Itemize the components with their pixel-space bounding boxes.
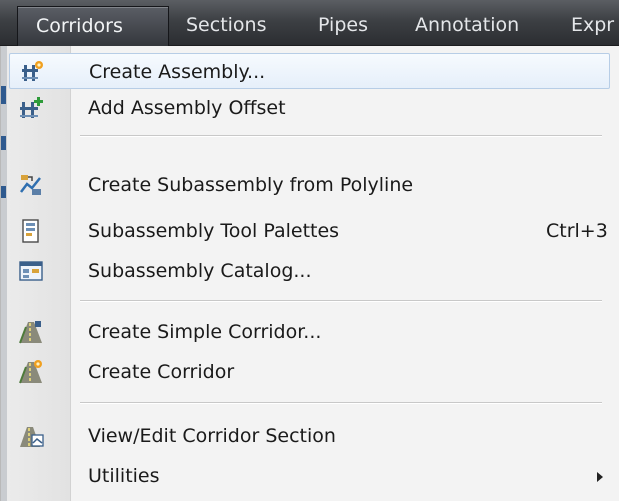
menu-separator: [80, 300, 602, 302]
menu-item-label: Utilities: [88, 465, 160, 487]
menubar-sections[interactable]: Sections: [186, 8, 267, 42]
menu-item-create-assembly[interactable]: Create Assembly...: [9, 53, 610, 89]
background-window-edge: [1, 46, 7, 501]
menu-item-create-subassembly-from-polyline[interactable]: Create Subassembly from Polyline: [9, 167, 610, 203]
shortcut-label: Ctrl+3: [546, 220, 608, 242]
menu-item-utilities[interactable]: Utilities: [9, 458, 610, 494]
simple-corridor-icon: [18, 319, 44, 345]
menu-bar: Corridors Sections Pipes Annotation Expr: [0, 0, 619, 46]
menu-item-label: Create Subassembly from Polyline: [88, 174, 414, 196]
menu-item-add-assembly-offset[interactable]: Add Assembly Offset: [9, 90, 610, 126]
tool-palettes-icon: [18, 218, 44, 244]
edge-mark: [1, 86, 6, 104]
corridors-dropdown-menu: Create Assembly... Add Assembly Offset C…: [0, 46, 619, 501]
corridor-section-icon: [18, 423, 44, 449]
menu-item-label: Add Assembly Offset: [88, 97, 286, 119]
catalog-icon: [18, 258, 44, 284]
menu-item-label: Create Assembly...: [89, 61, 266, 83]
corridor-icon: [18, 359, 44, 385]
add-assembly-offset-icon: [18, 95, 44, 121]
menu-item-view-edit-corridor-section[interactable]: View/Edit Corridor Section: [9, 418, 610, 454]
create-subassembly-icon: [18, 172, 44, 198]
menu-separator: [80, 135, 602, 137]
submenu-arrow-icon: [597, 472, 603, 482]
edge-mark: [1, 186, 6, 198]
menu-item-create-simple-corridor[interactable]: Create Simple Corridor...: [9, 314, 610, 350]
menu-item-create-corridor[interactable]: Create Corridor: [9, 354, 610, 390]
menu-item-subassembly-catalog[interactable]: Subassembly Catalog...: [9, 253, 610, 289]
menu-item-subassembly-tool-palettes[interactable]: Subassembly Tool Palettes Ctrl+3: [9, 213, 610, 249]
menubar-pipes[interactable]: Pipes: [318, 8, 368, 42]
menubar-expressions[interactable]: Expr: [571, 8, 614, 42]
menubar-annotation[interactable]: Annotation: [415, 8, 519, 42]
menubar-corridors[interactable]: Corridors: [17, 6, 169, 46]
menu-separator: [80, 402, 602, 404]
edge-mark: [1, 136, 6, 150]
create-assembly-icon: [19, 59, 45, 85]
menu-item-label: Create Corridor: [88, 361, 235, 383]
menu-item-label: View/Edit Corridor Section: [88, 425, 336, 447]
menu-item-label: Subassembly Tool Palettes: [88, 220, 340, 242]
menu-item-label: Subassembly Catalog...: [88, 260, 312, 282]
menu-item-label: Create Simple Corridor...: [88, 321, 322, 343]
